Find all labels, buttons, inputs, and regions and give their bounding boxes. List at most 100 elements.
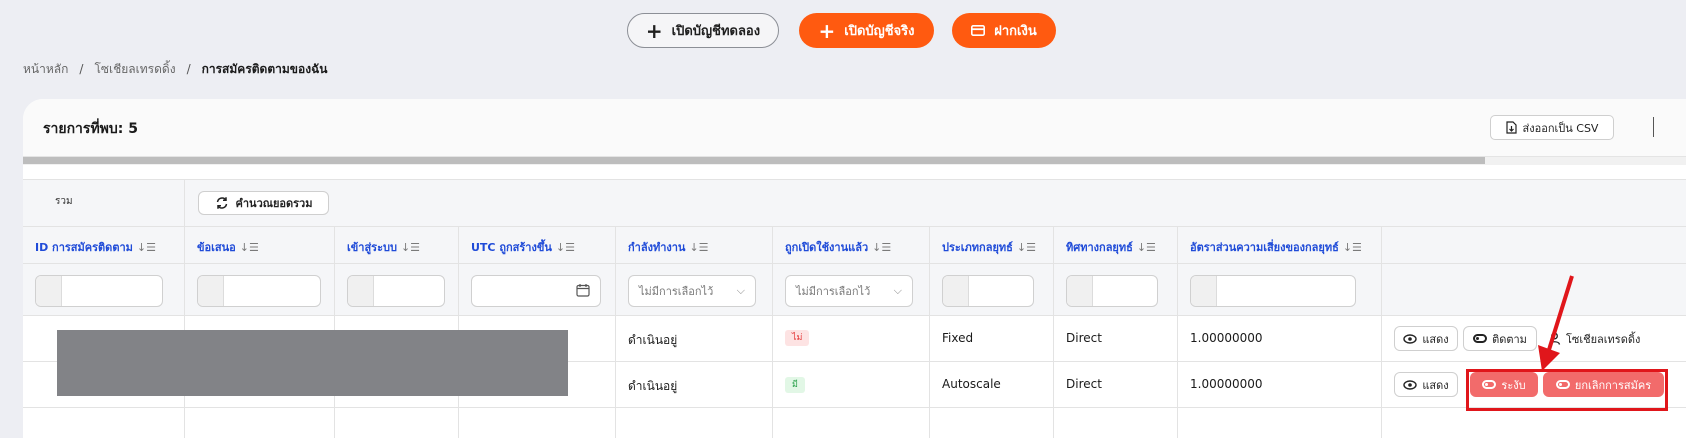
- header-risk-ratio[interactable]: อัตราส่วนความเสี่ยงของกลยุทธ์ ↓☰: [1178, 227, 1382, 263]
- breadcrumb-home[interactable]: หน้าหลัก: [23, 60, 68, 79]
- breadcrumb-social-trading[interactable]: โซเชียลเทรดดิ้ง: [94, 60, 175, 79]
- plus-icon: +: [645, 18, 663, 43]
- header-strategy-direction[interactable]: ทิศทางกลยุทธ์ ↓☰: [1054, 227, 1178, 263]
- results-count: รายการที่พบ: 5: [43, 121, 138, 137]
- cell-actions: [1382, 408, 1686, 438]
- header-label: กำลังทำงาน: [628, 241, 686, 254]
- filter-operator[interactable]: [36, 276, 62, 306]
- table-row: [23, 408, 1686, 438]
- follow-label: ติดตาม: [1492, 332, 1527, 346]
- deposit-label: ฝากเงิน: [994, 24, 1037, 39]
- breadcrumb: หน้าหลัก / โซเชียลเทรดดิ้ง / การสมัครติด…: [23, 60, 327, 78]
- filter-operator[interactable]: [198, 276, 224, 306]
- show-button[interactable]: แสดง: [1394, 372, 1458, 397]
- filter-risk-ratio-input[interactable]: [1190, 275, 1356, 307]
- filter-cell-id: [23, 264, 185, 315]
- chevron-down-icon: ⌵: [893, 284, 902, 297]
- sort-icon: ↓☰: [872, 240, 892, 254]
- table-filter-row: ไม่มีการเลือกไว้ ⌵ ไม่มีการเลือกไว้ ⌵: [23, 264, 1686, 316]
- horizontal-scrollbar-thumb[interactable]: [23, 157, 1485, 164]
- strategy-type: Fixed: [942, 331, 974, 345]
- enabled-badge: ไม่: [785, 330, 810, 346]
- export-csv-button[interactable]: ส่งออกเป็น CSV: [1490, 115, 1614, 140]
- sort-icon: ↓☰: [1136, 240, 1156, 254]
- sort-icon: ↓☰: [555, 240, 575, 254]
- show-label: แสดง: [1422, 378, 1449, 392]
- filter-cell-enabled: ไม่มีการเลือกไว้ ⌵: [773, 264, 930, 315]
- filter-cell-login: [335, 264, 459, 315]
- header-label: ประเภทกลยุทธ์: [942, 241, 1013, 254]
- cell-strategy-type: Autoscale: [930, 362, 1054, 407]
- risk-ratio: 1.00000000: [1190, 377, 1263, 391]
- risk-ratio: 1.00000000: [1190, 331, 1263, 345]
- cell-risk-ratio: 1.00000000: [1178, 316, 1382, 361]
- header-label: ทิศทางกลยุทธ์: [1066, 241, 1133, 254]
- filter-operator[interactable]: [943, 276, 969, 306]
- sort-icon: ↓☰: [400, 240, 421, 254]
- header-label: ถูกเปิดใช้งานแล้ว: [785, 241, 869, 254]
- cell-running: ดำเนินอยู่: [616, 362, 773, 407]
- header-strategy-type[interactable]: ประเภทกลยุทธ์ ↓☰: [930, 227, 1054, 263]
- file-download-icon: [1505, 121, 1517, 134]
- sort-icon: ↓☰: [136, 240, 156, 254]
- open-real-account-label: เปิดบัญชีจริง: [844, 24, 915, 39]
- filter-offer-input[interactable]: [197, 275, 321, 307]
- cell-strategy-direction: Direct: [1054, 362, 1178, 407]
- deposit-button[interactable]: ฝากเงิน: [952, 13, 1056, 48]
- cell-strategy-direction: Direct: [1054, 316, 1178, 361]
- filter-running-value: ไม่มีการเลือกไว้: [639, 285, 714, 298]
- total-label: รวม: [55, 196, 73, 207]
- filter-cell-created: [459, 264, 616, 315]
- show-button[interactable]: แสดง: [1394, 326, 1458, 351]
- top-action-bar: + เปิดบัญชีทดลอง + เปิดบัญชีจริง ฝากเงิน: [0, 13, 1686, 49]
- header-enabled[interactable]: ถูกเปิดใช้งานแล้ว ↓☰: [773, 227, 930, 263]
- strategy-direction: Direct: [1066, 331, 1102, 345]
- header-running[interactable]: กำลังทำงาน ↓☰: [616, 227, 773, 263]
- plus-icon: +: [818, 18, 836, 43]
- header-subscription-id[interactable]: ID การสมัครติดตาม ↓☰: [23, 227, 185, 263]
- export-csv-label: ส่งออกเป็น CSV: [1522, 121, 1599, 135]
- filter-strategy-type-input[interactable]: [942, 275, 1034, 307]
- filter-cell-type: [930, 264, 1054, 315]
- filter-operator[interactable]: [348, 276, 374, 306]
- header-offer[interactable]: ข้อเสนอ ↓☰: [185, 227, 335, 263]
- calculate-total-label: คำนวณยอดรวม: [235, 197, 313, 210]
- strategy-direction: Direct: [1066, 377, 1102, 391]
- filter-cell-risk: [1178, 264, 1382, 315]
- total-actions-cell: คำนวณยอดรวม: [185, 180, 1686, 226]
- filter-enabled-value: ไม่มีการเลือกไว้: [796, 285, 871, 298]
- breadcrumb-current: การสมัครติดตามของฉัน: [201, 61, 328, 76]
- filter-operator[interactable]: [1191, 276, 1217, 306]
- cell-strategy-direction: [1054, 408, 1178, 438]
- show-label: แสดง: [1422, 332, 1449, 346]
- header-created-utc[interactable]: UTC ถูกสร้างขึ้น ↓☰: [459, 227, 616, 263]
- total-row: รวม คำนวณยอดรวม: [23, 179, 1686, 227]
- eye-icon: [1403, 333, 1418, 344]
- filter-strategy-direction-input[interactable]: [1066, 275, 1158, 307]
- header-label: เข้าสู่ระบบ: [347, 241, 397, 254]
- open-demo-account-button[interactable]: + เปิดบัญชีทดลอง: [627, 13, 779, 48]
- filter-running-select[interactable]: ไม่มีการเลือกไว้ ⌵: [628, 275, 756, 307]
- filter-created-date-input[interactable]: [471, 275, 601, 307]
- filter-subscription-id-input[interactable]: [35, 275, 163, 307]
- sort-icon: ↓☰: [1016, 240, 1036, 254]
- cell-strategy-type: Fixed: [930, 316, 1054, 361]
- header-label: ID การสมัครติดตาม: [35, 241, 133, 254]
- filter-login-input[interactable]: [347, 275, 445, 307]
- cell-running: [616, 408, 773, 438]
- enabled-badge: มี: [785, 377, 805, 393]
- cell-created: [459, 408, 616, 438]
- cell-id: [23, 408, 185, 438]
- cell-login: [335, 408, 459, 438]
- calculate-total-button[interactable]: คำนวณยอดรวม: [198, 191, 329, 215]
- calendar-icon[interactable]: [576, 283, 590, 297]
- open-real-account-button[interactable]: + เปิดบัญชีจริง: [799, 13, 934, 48]
- header-login[interactable]: เข้าสู่ระบบ ↓☰: [335, 227, 459, 263]
- sort-icon: ↓☰: [689, 240, 709, 254]
- card-header: รายการที่พบ: 5 ส่งออกเป็น CSV: [23, 99, 1686, 157]
- filter-enabled-select[interactable]: ไม่มีการเลือกไว้ ⌵: [785, 275, 913, 307]
- filter-operator[interactable]: [1067, 276, 1093, 306]
- follow-button[interactable]: ติดตาม: [1463, 326, 1537, 351]
- breadcrumb-separator: /: [79, 62, 84, 76]
- cell-strategy-type: [930, 408, 1054, 438]
